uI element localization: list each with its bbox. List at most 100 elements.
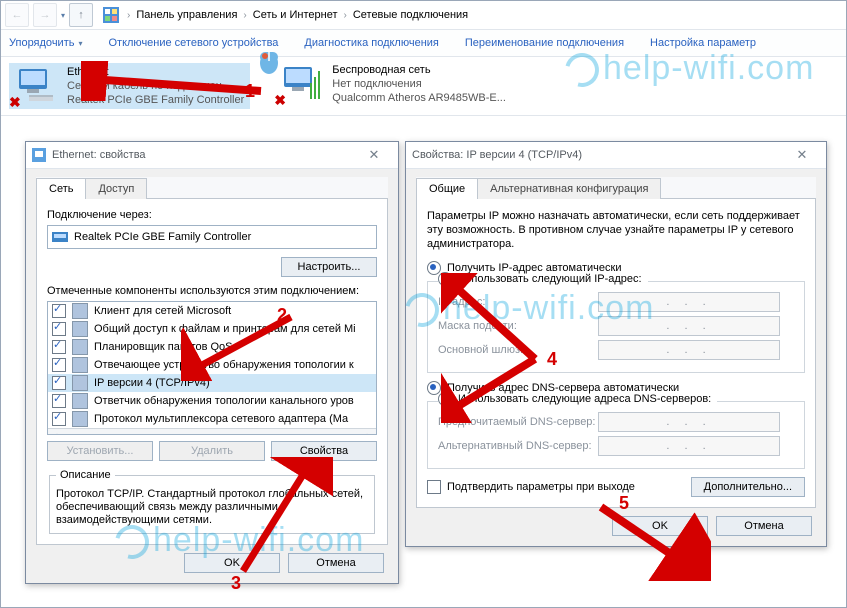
list-item: Отвечающее устройство обнаружения тополо…: [48, 356, 376, 374]
close-button[interactable]: ✕: [784, 147, 820, 163]
ip-label: IP-адрес:: [438, 296, 598, 308]
mask-field[interactable]: . . .: [598, 316, 780, 336]
checkbox[interactable]: [52, 412, 66, 426]
component-icon: [72, 393, 88, 409]
checkbox: [427, 480, 441, 494]
advanced-button[interactable]: Дополнительно...: [691, 477, 805, 497]
explorer-nav: ← → ▾ ↑ › Панель управления › Сеть и Инт…: [1, 1, 846, 30]
radio-dns-manual[interactable]: Использовать следующие адреса DNS-сервер…: [438, 392, 717, 406]
cursor-graphic-icon: [257, 45, 281, 75]
chevron-right-icon: ›: [241, 10, 248, 21]
dns2-field[interactable]: . . .: [598, 436, 780, 456]
cancel-button[interactable]: Отмена: [288, 553, 384, 573]
checkbox[interactable]: [52, 394, 66, 408]
control-panel-icon: [103, 7, 119, 23]
error-x-icon: ✖: [274, 92, 286, 109]
annotation-number-5: 5: [619, 493, 629, 514]
component-icon: [72, 375, 88, 391]
checkbox[interactable]: [52, 322, 66, 336]
close-button[interactable]: ✕: [356, 147, 392, 163]
history-dropdown[interactable]: ▾: [61, 11, 65, 20]
list-item: Общий доступ к файлам и принтерам для се…: [48, 320, 376, 338]
tab-network[interactable]: Сеть: [36, 178, 86, 199]
explorer-toolbar: Упорядочить▾ Отключение сетевого устройс…: [1, 30, 846, 57]
checkbox[interactable]: [52, 358, 66, 372]
tab-general[interactable]: Общие: [416, 178, 478, 199]
cancel-button[interactable]: Отмена: [716, 516, 812, 536]
forward-button[interactable]: →: [33, 3, 57, 27]
connection-wifi[interactable]: ✖ Беспроводная сеть Нет подключения Qual…: [280, 63, 506, 105]
up-button[interactable]: ↑: [69, 3, 93, 27]
properties-button[interactable]: Свойства: [271, 441, 377, 461]
checkbox[interactable]: [52, 376, 66, 390]
radio-icon: [427, 381, 441, 395]
install-button[interactable]: Установить...: [47, 441, 153, 461]
dialog-title: Ethernet: свойства: [52, 149, 356, 161]
diagnose-button[interactable]: Диагностика подключения: [304, 37, 438, 49]
ethernet-properties-dialog: Ethernet: свойства ✕ Сеть Доступ Подключ…: [25, 141, 399, 584]
component-icon: [72, 303, 88, 319]
wifi-icon: [280, 63, 324, 103]
adapter-field: Realtek PCIe GBE Family Controller: [47, 225, 377, 249]
ip-field[interactable]: . . .: [598, 292, 780, 312]
radio-icon: [438, 392, 452, 406]
radio-icon: [427, 261, 441, 275]
conn-status: Нет подключения: [332, 77, 506, 91]
breadcrumb-net[interactable]: Сеть и Интернет: [253, 9, 338, 21]
list-item: Клиент для сетей Microsoft: [48, 302, 376, 320]
adapter-settings-button[interactable]: Настройка параметр: [650, 37, 756, 49]
conn-name: Ethernet: [67, 65, 244, 79]
dns1-field[interactable]: . . .: [598, 412, 780, 432]
radio-ip-manual[interactable]: Использовать следующий IP-адрес:: [438, 272, 648, 286]
dns2-label: Альтернативный DNS-сервер:: [438, 440, 598, 452]
radio-icon: [438, 272, 452, 286]
conn-adapter: Qualcomm Atheros AR9485WB-E...: [332, 91, 506, 105]
back-button[interactable]: ←: [5, 3, 29, 27]
connection-ethernet[interactable]: ✖ Ethernet Сетевой кабель не подключен R…: [9, 63, 250, 109]
info-paragraph: Параметры IP можно назначать автоматичес…: [427, 209, 805, 251]
component-icon: [72, 357, 88, 373]
gateway-field[interactable]: . . .: [598, 340, 780, 360]
breadcrumb-root[interactable]: Панель управления: [136, 9, 237, 21]
annotation-number-3: 3: [231, 573, 241, 594]
tab-access[interactable]: Доступ: [85, 178, 147, 199]
adapter-icon: [32, 148, 46, 162]
list-item: Планировщик пакетов QoS: [48, 338, 376, 356]
address-bar[interactable]: › Панель управления › Сеть и Интернет › …: [101, 5, 842, 25]
conn-adapter: Realtek PCIe GBE Family Controller: [67, 93, 244, 107]
configure-button[interactable]: Настроить...: [281, 257, 377, 277]
ok-button[interactable]: OK: [612, 516, 708, 536]
conn-status: Сетевой кабель не подключен: [67, 79, 244, 93]
error-x-icon: ✖: [9, 94, 21, 111]
list-item-ipv4: IP версии 4 (TCP/IPv4): [48, 374, 376, 392]
chevron-right-icon: ›: [341, 10, 348, 21]
tabs: Сеть Доступ: [36, 177, 388, 199]
annotation-number-2: 2: [277, 305, 287, 326]
ok-button[interactable]: OK: [184, 553, 280, 573]
conn-name: Беспроводная сеть: [332, 63, 506, 77]
annotation-number-1: 1: [245, 81, 255, 102]
components-list[interactable]: Клиент для сетей Microsoft Общий доступ …: [47, 301, 377, 435]
description-box: Описание Протокол TCP/IP. Стандартный пр…: [49, 469, 375, 534]
dialog-title: Свойства: IP версии 4 (TCP/IPv4): [412, 149, 784, 161]
confirm-on-exit[interactable]: Подтвердить параметры при выходе: [427, 480, 635, 494]
annotation-number-4: 4: [547, 349, 557, 370]
gateway-label: Основной шлюз:: [438, 344, 598, 356]
rename-button[interactable]: Переименование подключения: [465, 37, 624, 49]
dns1-label: Предпочитаемый DNS-сервер:: [438, 416, 598, 428]
chevron-right-icon: ›: [125, 10, 132, 21]
tab-alt-config[interactable]: Альтернативная конфигурация: [477, 178, 661, 199]
connect-using-label: Подключение через:: [47, 209, 377, 221]
component-icon: [72, 321, 88, 337]
disable-device-button[interactable]: Отключение сетевого устройства: [108, 37, 278, 49]
horizontal-scrollbar[interactable]: ◄►: [48, 428, 376, 435]
breadcrumb-conns[interactable]: Сетевые подключения: [353, 9, 468, 21]
component-icon: [72, 411, 88, 427]
checkbox[interactable]: [52, 340, 66, 354]
ipv4-properties-dialog: Свойства: IP версии 4 (TCP/IPv4) ✕ Общие…: [405, 141, 827, 547]
nic-icon: [52, 229, 68, 245]
checkbox[interactable]: [52, 304, 66, 318]
organize-menu[interactable]: Упорядочить▾: [9, 37, 82, 49]
connections-panel: ✖ Ethernet Сетевой кабель не подключен R…: [1, 57, 846, 116]
remove-button[interactable]: Удалить: [159, 441, 265, 461]
